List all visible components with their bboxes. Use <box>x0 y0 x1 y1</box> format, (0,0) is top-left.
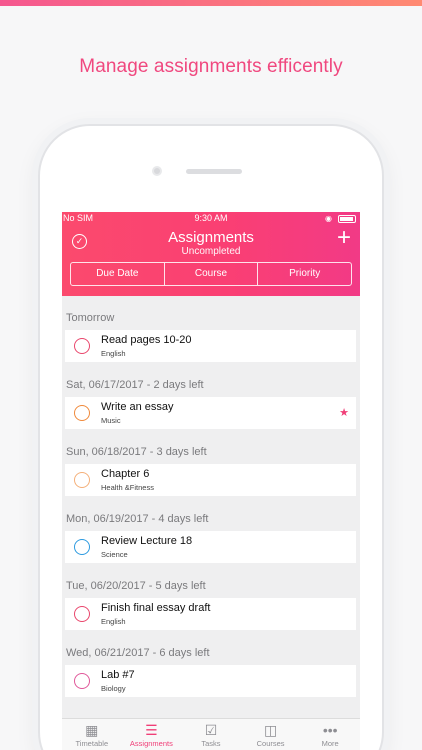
tab-assignments[interactable]: ☰ Assignments <box>122 719 182 750</box>
tab-bar: ▦ Timetable ☰ Assignments ☑ Tasks ◫ Courses ••• M… <box>62 718 360 750</box>
tab-more[interactable]: ••• More <box>300 719 360 750</box>
checkbox-icon: ☑ <box>204 722 218 738</box>
assignment-title: Write an essay <box>101 401 174 413</box>
status-bar: No SIM 9:30 AM ◉ <box>62 213 360 225</box>
page-subtitle: Uncompleted <box>181 246 241 257</box>
promo-headline: Manage assignments efficently <box>79 56 343 77</box>
complete-toggle[interactable] <box>74 539 90 555</box>
tab-tasks[interactable]: ☑ Tasks <box>181 719 241 750</box>
section-header: Sun, 06/18/2017 - 3 days left <box>66 446 207 458</box>
assignment-title: Read pages 10-20 <box>101 334 192 346</box>
sort-segmented-control: Due Date Course Priority <box>70 262 352 286</box>
page-title: Assignments <box>168 229 254 246</box>
app-screen: No SIM 9:30 AM ◉ ✓ Assignments Uncomplet… <box>62 212 360 750</box>
complete-toggle[interactable] <box>74 606 90 622</box>
complete-toggle[interactable] <box>74 472 90 488</box>
tab-label: More <box>321 739 339 748</box>
camera-dot <box>152 166 162 176</box>
status-time: 9:30 AM <box>194 213 228 223</box>
book-icon: ◫ <box>263 722 278 738</box>
tab-label: Assignments <box>129 739 173 748</box>
assignment-title: Chapter 6 <box>101 468 150 480</box>
segment-due-date[interactable]: Due Date <box>71 263 164 285</box>
add-assignment-button[interactable]: + <box>337 226 351 250</box>
assignment-row[interactable]: Finish final essay draft English <box>65 598 356 630</box>
section-header: Mon, 06/19/2017 - 4 days left <box>66 513 209 525</box>
complete-toggle[interactable] <box>74 673 90 689</box>
calendar-icon: ▦ <box>85 722 99 738</box>
assignment-row[interactable]: Chapter 6 Health &Fitness <box>65 464 356 496</box>
assignment-row[interactable]: Lab #7 Biology <box>65 665 356 697</box>
assignment-title: Review Lecture 18 <box>101 535 193 547</box>
assignment-course: English <box>101 349 126 358</box>
section-header: Tomorrow <box>66 312 115 324</box>
assignment-course: Science <box>101 550 128 559</box>
assignment-row[interactable]: Review Lecture 18 Science <box>65 531 356 563</box>
more-icon: ••• <box>322 722 338 738</box>
assignment-course: Health &Fitness <box>101 483 154 492</box>
section-header: Tue, 06/20/2017 - 5 days left <box>66 580 206 592</box>
assignment-course: Music <box>101 416 121 425</box>
lock-icon: ◉ <box>325 214 332 223</box>
battery-icon <box>338 215 356 223</box>
section-header: Sat, 06/17/2017 - 2 days left <box>66 379 204 391</box>
segment-course[interactable]: Course <box>163 263 258 285</box>
tab-label: Timetable <box>75 739 109 748</box>
assignment-row[interactable]: Read pages 10-20 English <box>65 330 356 362</box>
assignment-title: Lab #7 <box>101 669 135 681</box>
assignment-title: Finish final essay draft <box>101 602 211 614</box>
assignment-course: English <box>101 617 126 626</box>
section-header: Wed, 06/21/2017 - 6 days left <box>66 647 210 659</box>
tab-courses[interactable]: ◫ Courses <box>241 719 301 750</box>
assignment-course: Biology <box>101 684 126 693</box>
app-header: No SIM 9:30 AM ◉ ✓ Assignments Uncomplet… <box>62 212 360 296</box>
segment-priority[interactable]: Priority <box>257 263 351 285</box>
complete-toggle[interactable] <box>74 405 90 421</box>
complete-toggle[interactable] <box>74 338 90 354</box>
tab-label: Tasks <box>201 739 221 748</box>
top-gradient-strip <box>0 0 422 6</box>
tab-label: Courses <box>256 739 285 748</box>
assignment-row[interactable]: Write an essay Music ★ <box>65 397 356 429</box>
speaker-grille <box>186 169 242 174</box>
assignment-list: Tomorrow Read pages 10-20 English Sat, 06/1… <box>62 306 360 708</box>
priority-star-icon[interactable]: ★ <box>339 406 349 419</box>
list-icon: ☰ <box>145 722 158 738</box>
tab-timetable[interactable]: ▦ Timetable <box>62 719 122 750</box>
